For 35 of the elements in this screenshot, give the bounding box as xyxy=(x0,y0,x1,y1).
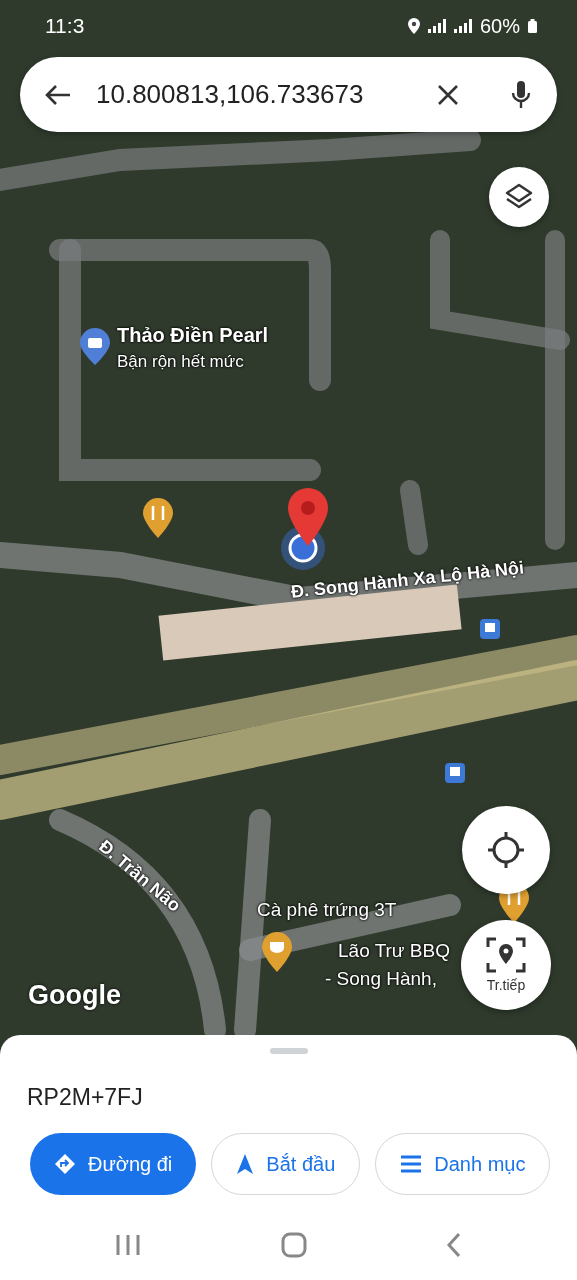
navigation-arrow-icon xyxy=(236,1153,255,1175)
directions-button[interactable]: Đường đi xyxy=(30,1133,197,1195)
home-icon[interactable] xyxy=(280,1232,307,1258)
microphone-icon[interactable] xyxy=(511,79,531,110)
crosshair-icon xyxy=(487,831,525,869)
list-button[interactable]: Danh mục xyxy=(375,1133,551,1195)
location-pin-icon xyxy=(288,488,328,546)
shopping-pin-icon xyxy=(80,328,110,365)
recent-apps-icon[interactable] xyxy=(115,1233,141,1257)
cafe-pin-icon xyxy=(262,932,292,972)
status-time: 11:3 xyxy=(45,14,85,38)
search-field[interactable]: 10.800813,106.733673 xyxy=(20,57,557,132)
google-logo: Google xyxy=(28,980,121,1011)
place-label: Thảo Điền Pearl xyxy=(117,324,269,347)
signal-icon xyxy=(453,19,472,33)
battery-icon xyxy=(528,19,537,33)
battery-percent: 60% xyxy=(479,14,520,38)
place-status-label: Bận rộn hết mức xyxy=(117,352,244,372)
drag-handle[interactable] xyxy=(269,1048,308,1054)
back-arrow-icon[interactable] xyxy=(44,82,72,107)
place-label: Cà phê trứng 3T xyxy=(257,899,397,921)
signal-icon xyxy=(427,19,446,33)
location-status-icon xyxy=(407,18,420,34)
back-icon[interactable] xyxy=(446,1232,462,1258)
road-label: Đ. Song Hành Xa Lộ Hà Nội xyxy=(290,557,525,603)
start-button[interactable]: Bắt đầu xyxy=(211,1133,361,1195)
list-icon xyxy=(400,1154,423,1174)
bus-stop-icon xyxy=(480,619,500,639)
place-label: Lão Trư BBQ xyxy=(338,940,450,962)
scan-pin-icon xyxy=(486,937,526,973)
place-label: - Song Hành, xyxy=(325,968,437,990)
restaurant-pin-icon xyxy=(143,498,173,538)
plus-code-title: RP2M+7FJ xyxy=(27,1084,144,1111)
close-icon[interactable] xyxy=(437,83,459,106)
directions-icon xyxy=(54,1153,76,1175)
